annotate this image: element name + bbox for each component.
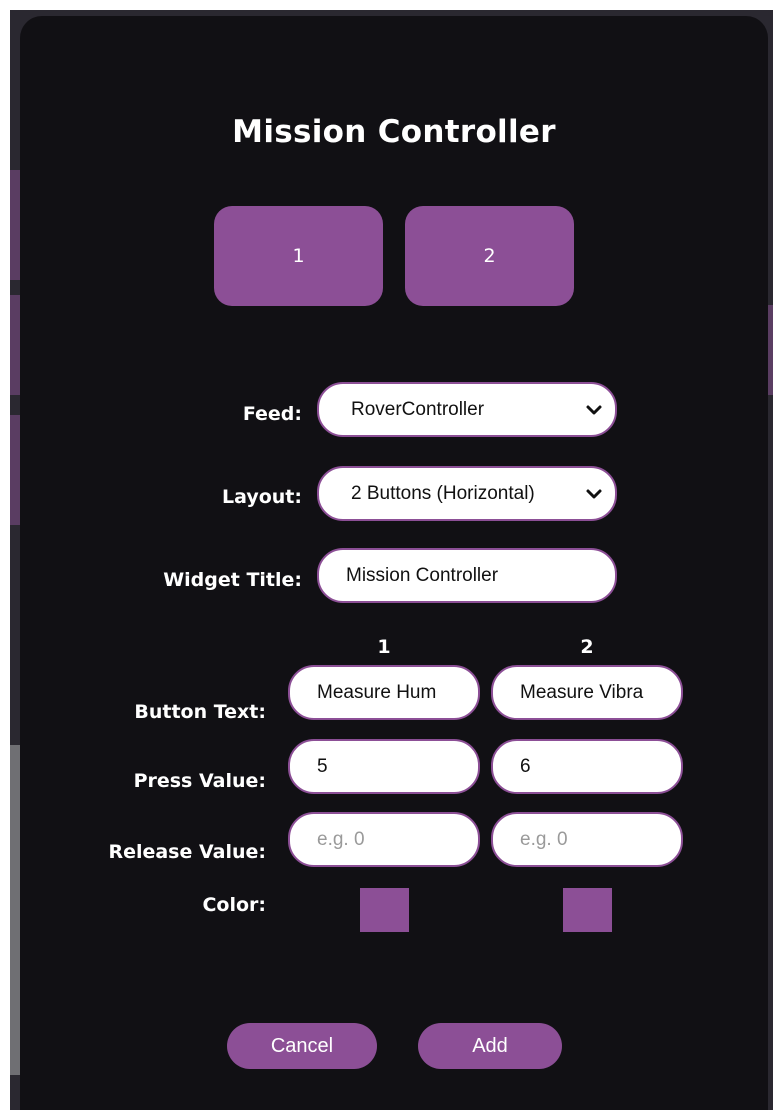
widget-title-input[interactable]: Mission Controller xyxy=(317,548,617,603)
feed-select[interactable]: RoverController xyxy=(317,382,617,437)
column-header-1: 1 xyxy=(377,636,391,658)
add-button[interactable]: Add xyxy=(418,1023,562,1069)
release-value-input-2[interactable]: e.g. 0 xyxy=(491,812,683,867)
press-value-input-1[interactable]: 5 xyxy=(288,739,480,794)
button-text-input-2-value: Measure Vibra xyxy=(520,681,644,703)
press-value-input-2-value: 6 xyxy=(520,755,531,777)
widget-title-input-value: Mission Controller xyxy=(346,564,499,586)
mission-controller-dialog: Mission Controller 1 2 Feed: RoverContro… xyxy=(20,16,768,1110)
layout-select-value: 2 Buttons (Horizontal) xyxy=(351,482,535,504)
button-text-input-2[interactable]: Measure Vibra xyxy=(491,665,683,720)
press-value-input-1-value: 5 xyxy=(317,755,328,777)
chevron-down-icon xyxy=(586,489,602,498)
color-label: Color: xyxy=(202,894,266,916)
button-text-label: Button Text: xyxy=(134,701,266,723)
release-value-input-2-placeholder: e.g. 0 xyxy=(520,828,568,850)
chevron-down-icon xyxy=(586,405,602,414)
button-text-input-1[interactable]: Measure Hum xyxy=(288,665,480,720)
color-swatch-1[interactable] xyxy=(360,888,409,932)
button-text-input-1-value: Measure Hum xyxy=(317,681,437,703)
cancel-button[interactable]: Cancel xyxy=(227,1023,377,1069)
feed-select-value: RoverController xyxy=(351,398,485,420)
preview-button-1[interactable]: 1 xyxy=(214,206,383,306)
color-swatch-2[interactable] xyxy=(563,888,612,932)
feed-label: Feed: xyxy=(242,403,302,425)
layout-select[interactable]: 2 Buttons (Horizontal) xyxy=(317,466,617,521)
press-value-input-2[interactable]: 6 xyxy=(491,739,683,794)
layout-label: Layout: xyxy=(222,486,302,508)
release-value-label: Release Value: xyxy=(108,841,266,863)
column-header-2: 2 xyxy=(580,636,594,658)
press-value-label: Press Value: xyxy=(133,770,266,792)
preview-button-2[interactable]: 2 xyxy=(405,206,574,306)
release-value-input-1[interactable]: e.g. 0 xyxy=(288,812,480,867)
widget-title-label: Widget Title: xyxy=(163,569,302,591)
release-value-input-1-placeholder: e.g. 0 xyxy=(317,828,365,850)
dialog-title: Mission Controller xyxy=(232,114,556,150)
